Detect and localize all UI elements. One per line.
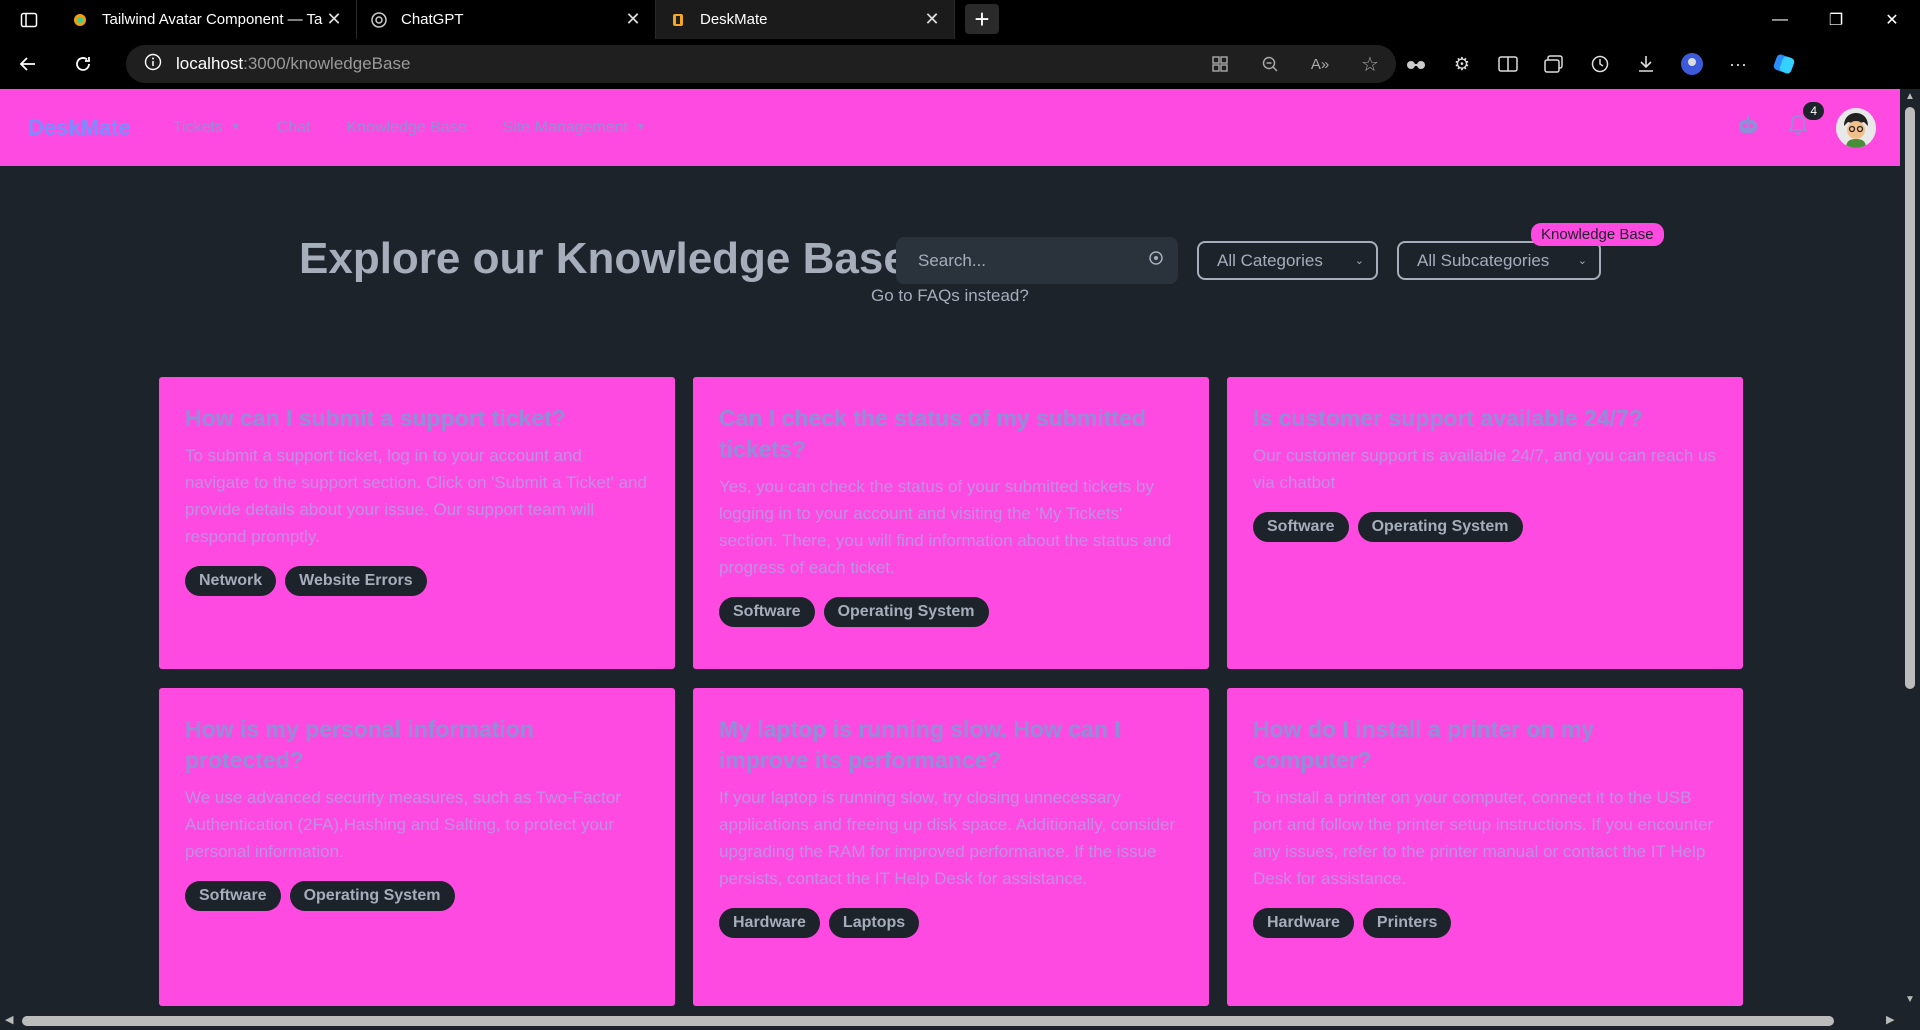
page-viewport: DeskMate Tickets ▼ Chat Knowledge Base Si… <box>0 89 1900 1011</box>
card-body: Our customer support is available 24/7, … <box>1253 446 1717 492</box>
category-tag[interactable]: Hardware <box>1253 908 1354 938</box>
card-body: To submit a support ticket, log in to yo… <box>185 446 647 546</box>
card-title: How is my personal information protected… <box>185 716 534 773</box>
tab-close-icon[interactable]: ✕ <box>324 9 344 30</box>
faq-link[interactable]: Go to FAQs instead? <box>871 286 1029 306</box>
category-tag[interactable]: Operating System <box>1357 512 1523 542</box>
kb-card[interactable]: How can I submit a support ticket? To su… <box>159 377 675 669</box>
category-tag[interactable]: Printers <box>1362 908 1452 938</box>
chatbot-icon[interactable] <box>1736 114 1760 141</box>
category-tag[interactable]: Website Errors <box>285 566 427 596</box>
chevron-down-icon: ⌄ <box>1577 255 1587 267</box>
category-tag[interactable]: Software <box>719 597 815 627</box>
scrollbar-thumb[interactable] <box>1905 107 1915 689</box>
tab-title: ChatGPT <box>401 11 464 28</box>
new-tab-button[interactable]: + <box>965 4 999 34</box>
copilot-icon[interactable] <box>1772 52 1796 76</box>
scroll-right-icon[interactable]: ▶ <box>1886 1013 1894 1026</box>
card-body: We use advanced security measures, such … <box>185 788 621 861</box>
split-screen-icon[interactable] <box>1496 52 1520 76</box>
kb-card[interactable]: Is customer support available 24/7? Our … <box>1227 377 1743 669</box>
history-icon[interactable] <box>1588 52 1612 76</box>
search-box[interactable] <box>896 237 1178 284</box>
zoom-icon[interactable] <box>1258 52 1282 76</box>
scroll-down-icon[interactable]: ▼ <box>1905 994 1915 1005</box>
scrollbar-thumb[interactable] <box>22 1016 1834 1026</box>
brand-logo[interactable]: DeskMate <box>28 115 131 141</box>
apps-icon[interactable] <box>1208 52 1232 76</box>
horizontal-scrollbar[interactable]: ◀ ▶ <box>0 1011 1900 1030</box>
browser-address-bar: localhost:3000/knowledgeBase A» ☆ ⚙ ··· <box>0 39 1920 89</box>
tab-title: Tailwind Avatar Component — Ta <box>102 11 323 28</box>
tailwind-favicon-icon <box>72 12 88 28</box>
category-select[interactable]: All Categories ⌄ <box>1197 241 1378 280</box>
kb-card[interactable]: My laptop is running slow. How can I imp… <box>693 688 1209 1006</box>
nav-item-tickets[interactable]: Tickets ▼ <box>173 119 241 137</box>
search-input[interactable] <box>918 250 1148 271</box>
browser-tab-tailwind[interactable]: Tailwind Avatar Component — Ta ✕ <box>58 0 357 39</box>
notification-count-badge: 4 <box>1803 102 1824 120</box>
kb-card[interactable]: How do I install a printer on my compute… <box>1227 688 1743 1006</box>
card-title: How can I submit a support ticket? <box>185 405 566 431</box>
kb-card[interactable]: How is my personal information protected… <box>159 688 675 1006</box>
card-body: If your laptop is running slow, try clos… <box>719 788 1176 888</box>
knowledge-base-tooltip: Knowledge Base <box>1531 223 1664 246</box>
deskmate-favicon-icon <box>670 12 686 28</box>
scroll-left-icon[interactable]: ◀ <box>5 1013 13 1026</box>
site-info-icon[interactable] <box>144 53 162 76</box>
refresh-icon[interactable] <box>55 39 110 89</box>
chatgpt-favicon-icon <box>371 11 387 28</box>
category-tag[interactable]: Software <box>185 881 281 911</box>
tab-actions-icon[interactable] <box>0 0 58 39</box>
downloads-icon[interactable] <box>1634 52 1658 76</box>
category-tag[interactable]: Laptops <box>828 908 920 938</box>
browser-tab-chatgpt[interactable]: ChatGPT ✕ <box>357 0 656 39</box>
category-tag[interactable]: Hardware <box>719 908 820 938</box>
subcategory-select[interactable]: All Subcategories ⌄ <box>1397 241 1601 280</box>
back-icon[interactable] <box>0 39 55 89</box>
chevron-down-icon: ⌄ <box>1354 255 1364 267</box>
read-aloud-icon[interactable]: A» <box>1308 52 1332 76</box>
collections-icon[interactable] <box>1542 52 1566 76</box>
scroll-up-icon[interactable]: ▲ <box>1905 91 1915 102</box>
nav-item-site-management[interactable]: Site Management ▼ <box>503 119 646 137</box>
notifications-button[interactable]: 4 <box>1788 102 1824 141</box>
url-field[interactable]: localhost:3000/knowledgeBase A» ☆ <box>126 45 1396 83</box>
card-title: How do I install a printer on my compute… <box>1253 716 1595 773</box>
category-tag[interactable]: Network <box>185 566 277 596</box>
favorite-star-icon[interactable]: ☆ <box>1358 52 1382 76</box>
more-options-icon[interactable]: ··· <box>1726 52 1750 76</box>
chevron-down-icon: ▼ <box>230 122 241 133</box>
search-icon[interactable] <box>1148 250 1164 271</box>
minimize-icon[interactable]: — <box>1752 0 1808 39</box>
profile-avatar-icon[interactable] <box>1680 52 1704 76</box>
extension-glasses-icon[interactable] <box>1404 52 1428 76</box>
card-title: Is customer support available 24/7? <box>1253 405 1643 431</box>
app-navbar: DeskMate Tickets ▼ Chat Knowledge Base Si… <box>0 89 1900 166</box>
close-window-icon[interactable]: ✕ <box>1864 0 1920 39</box>
card-body: Yes, you can check the status of your su… <box>719 477 1172 577</box>
page-title: Explore our Knowledge Base <box>299 234 908 283</box>
card-title: My laptop is running slow. How can I imp… <box>719 716 1121 773</box>
tab-title: DeskMate <box>700 11 768 28</box>
user-avatar[interactable] <box>1836 107 1876 148</box>
tab-close-icon[interactable]: ✕ <box>922 9 942 30</box>
vertical-scrollbar[interactable]: ▲ ▼ <box>1900 89 1920 1030</box>
nav-item-chat[interactable]: Chat <box>277 119 311 137</box>
kb-card[interactable]: Can I check the status of my submitted t… <box>693 377 1209 669</box>
category-tag[interactable]: Software <box>1253 512 1349 542</box>
category-tag[interactable]: Operating System <box>289 881 455 911</box>
card-body: To install a printer on your computer, c… <box>1253 788 1714 888</box>
tab-close-icon[interactable]: ✕ <box>623 9 643 30</box>
category-tag[interactable]: Operating System <box>823 597 989 627</box>
chevron-down-icon: ▼ <box>636 122 646 133</box>
browser-tab-bar: Tailwind Avatar Component — Ta ✕ ChatGPT… <box>0 0 1920 39</box>
url-text: localhost:3000/knowledgeBase <box>176 54 411 73</box>
browser-tab-deskmate[interactable]: DeskMate ✕ <box>656 0 955 39</box>
card-title: Can I check the status of my submitted t… <box>719 405 1146 462</box>
extensions-puzzle-icon[interactable]: ⚙ <box>1450 52 1474 76</box>
nav-item-knowledge-base[interactable]: Knowledge Base <box>347 119 467 137</box>
restore-icon[interactable]: ❐ <box>1808 0 1864 39</box>
